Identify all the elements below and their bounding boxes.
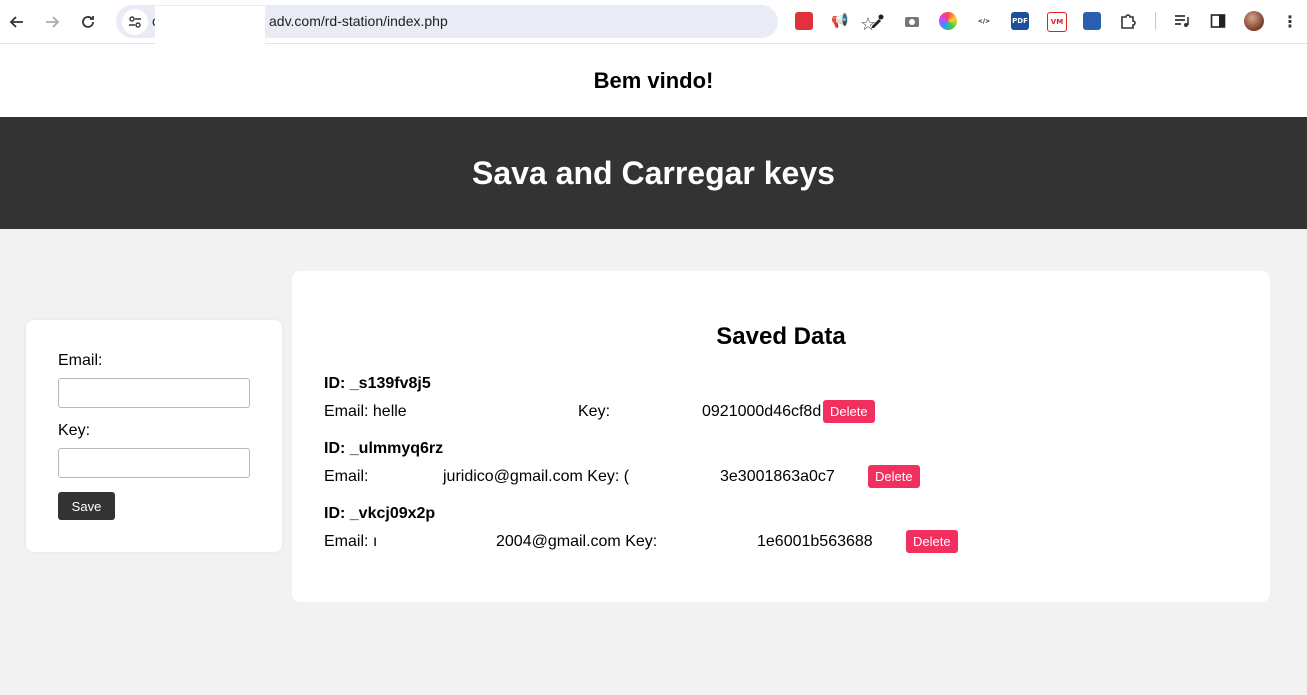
record-id: ID: _ulmmyq6rz [324, 440, 444, 457]
extension-megaphone-icon[interactable]: 📢 [831, 12, 849, 30]
saved-data-panel: Saved Data ID: _s139fv8j5 Email: helle K… [292, 271, 1270, 602]
record-email: Email: helle [324, 403, 407, 420]
extension-eyedropper-icon[interactable] [868, 12, 886, 30]
saved-data-title: Saved Data [716, 323, 846, 350]
extension-camera-icon[interactable] [903, 12, 921, 30]
record-email-suffix: juridico@gmail.com Key: ( [443, 468, 630, 485]
browser-toolbar: cadv.com/rd-station/index.php ☆ 📢 </> PD… [0, 0, 1307, 64]
extension-code-icon[interactable]: </> [975, 12, 993, 30]
record-key: 0921000d46cf8d [702, 403, 822, 420]
email-field[interactable] [58, 378, 250, 408]
site-info-icon[interactable] [122, 9, 148, 35]
page-title: Sava and Carregar keys [0, 117, 1307, 229]
record-key: 1e6001b563688 [757, 533, 873, 550]
record-id: ID: _vkcj09x2p [324, 505, 436, 522]
toolbar-divider [1155, 12, 1156, 30]
record-email: Email: ı [324, 533, 378, 550]
record-key-label: Key: [578, 403, 611, 420]
welcome-header: Bem vindo! [0, 44, 1307, 117]
extension-pdf-icon[interactable]: PDF [1011, 12, 1029, 30]
delete-button[interactable]: Delete [823, 400, 875, 423]
profile-avatar[interactable] [1244, 11, 1264, 31]
media-control-icon[interactable] [1173, 12, 1191, 30]
reload-icon[interactable] [74, 8, 102, 36]
save-button[interactable]: Save [58, 492, 115, 520]
back-arrow-icon[interactable] [3, 8, 31, 36]
key-field[interactable] [58, 448, 250, 478]
key-label: Key: [58, 422, 91, 439]
extension-book-icon[interactable] [795, 12, 813, 30]
extension-wallet-icon[interactable] [1083, 12, 1101, 30]
delete-button[interactable]: Delete [906, 530, 958, 553]
email-label: Email: [58, 352, 103, 369]
more-menu-icon[interactable]: ⋮ [1281, 12, 1299, 31]
extension-vm-icon[interactable]: VM [1047, 12, 1067, 32]
side-panel-icon[interactable] [1209, 12, 1227, 30]
extensions-puzzle-icon[interactable] [1119, 12, 1137, 30]
record-email: Email: [324, 468, 369, 485]
extension-color-wheel-icon[interactable] [939, 12, 957, 30]
record-email-suffix: 2004@gmail.com Key: [496, 533, 658, 550]
forward-arrow-icon[interactable] [38, 8, 66, 36]
key-form: Email: Key: Save [26, 320, 282, 552]
record-id: ID: _s139fv8j5 [324, 375, 431, 392]
url-visible: adv.com/rd-station/index.php [269, 13, 448, 29]
delete-button[interactable]: Delete [868, 465, 920, 488]
record-key: 3e3001863a0c7 [720, 468, 835, 485]
